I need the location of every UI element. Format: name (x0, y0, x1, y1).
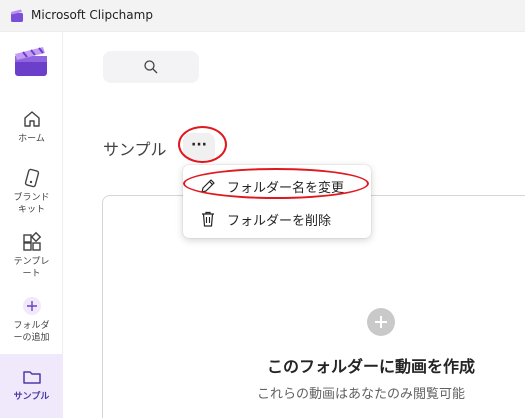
sidebar-item-add-folder[interactable]: フォルダ ーの追加 (0, 295, 63, 349)
sidebar-item-label: サンプル (13, 392, 50, 402)
empty-state-subtitle: これらの動画はあなたのみ閲覧可能 (257, 387, 466, 402)
rename-folder-menu-item[interactable]: フォルダー名を変更 (187, 170, 367, 200)
delete-folder-menu-item[interactable]: フォルダーを削除 (187, 203, 367, 233)
sidebar-item-label: ホーム (18, 134, 45, 144)
create-video-plus-icon[interactable] (367, 308, 395, 336)
sidebar-item-templates[interactable]: テンプレ ート (0, 231, 63, 285)
empty-state-title: このフォルダーに動画を作成 (267, 357, 476, 376)
home-icon (23, 111, 40, 127)
sidebar-item-sample[interactable]: サンプル (0, 354, 63, 418)
clipchamp-app-icon (11, 9, 23, 22)
more-options-button[interactable]: ··· (183, 133, 215, 161)
window-title: Microsoft Clipchamp (31, 8, 153, 22)
title-bar: Microsoft Clipchamp (0, 0, 525, 32)
search-box[interactable] (103, 51, 199, 83)
sidebar-item-home[interactable]: ホーム (0, 108, 63, 154)
templates-icon (22, 231, 41, 251)
folder-context-menu: フォルダー名を変更 フォルダーを削除 (183, 165, 371, 238)
search-icon (144, 60, 158, 74)
brand-kit-icon (24, 168, 39, 188)
clipchamp-logo (15, 47, 47, 76)
folder-title: サンプル (103, 140, 167, 159)
folder-icon (22, 371, 41, 384)
sidebar-item-label: テンプレ ート (13, 257, 50, 279)
pencil-icon (201, 179, 215, 193)
sidebar-item-brand-kit[interactable]: ブランド キット (0, 167, 63, 221)
add-icon (22, 297, 41, 315)
sidebar: ホーム ブランド キット テンプレ ート フォルダ ーの追加 サンプル (0, 32, 63, 418)
rename-folder-label: フォルダー名を変更 (227, 181, 345, 196)
delete-folder-label: フォルダーを削除 (227, 214, 332, 229)
sidebar-item-label: ブランド キット (13, 193, 50, 215)
sidebar-item-label: フォルダ ーの追加 (13, 321, 50, 343)
trash-icon (202, 211, 214, 227)
